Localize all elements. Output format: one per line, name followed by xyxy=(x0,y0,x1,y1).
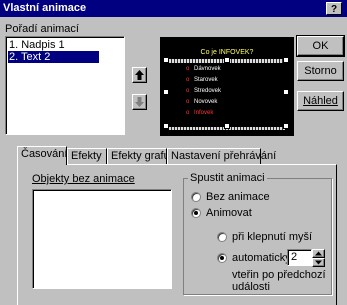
spin-down-icon xyxy=(315,260,322,265)
radio-no-animation[interactable] xyxy=(191,192,201,202)
preview-title: Co je INFOVEK? xyxy=(200,49,254,56)
radio-automatic[interactable] xyxy=(217,253,227,263)
window-title: Vlastní animace xyxy=(3,2,87,14)
move-up-button[interactable] xyxy=(132,67,147,83)
tab-chart-effects[interactable]: Efekty grafu xyxy=(107,148,170,164)
preview-line: Dávnovek xyxy=(194,66,221,72)
preview-bullet: o xyxy=(186,99,190,105)
selection-handle xyxy=(224,123,230,129)
radio-selected-dot xyxy=(194,211,198,215)
radio-selected-dot xyxy=(220,256,224,260)
preview-bullet: o xyxy=(186,88,190,94)
selection-handle xyxy=(283,89,289,95)
order-label: Pořadí animací xyxy=(5,23,79,35)
selection-handle xyxy=(283,123,289,129)
help-button[interactable]: ? xyxy=(326,2,342,15)
spin-up-button[interactable] xyxy=(312,249,325,258)
preview-line: Novovek xyxy=(194,99,218,105)
automatic-label: automaticky xyxy=(232,252,291,264)
selection-handle xyxy=(163,57,169,63)
preview-line-highlight: Infovek xyxy=(194,110,214,116)
preview-line: Stredovek xyxy=(194,88,222,94)
list-item-selected[interactable]: 2. Text 2 xyxy=(8,51,99,63)
preview-bullet: o xyxy=(186,66,190,72)
radio-animate[interactable] xyxy=(191,208,201,218)
seconds-after-label: vteřin po předchozí xyxy=(232,269,326,281)
unanimated-objects-list[interactable] xyxy=(32,189,172,289)
preview-line: Starovek xyxy=(194,77,218,83)
selection-handle xyxy=(163,89,169,95)
slide-preview: Co je INFOVEK? o o o o o Dávnovek Starov… xyxy=(160,37,294,136)
spin-up-icon xyxy=(315,251,322,256)
selection-handle xyxy=(163,123,169,129)
seconds-after-label-2: události xyxy=(232,281,270,293)
tab-playback-settings[interactable]: Nastavení přehrávání xyxy=(167,148,276,164)
animation-order-list[interactable]: 1. Nadpis 1 2. Text 2 xyxy=(5,36,125,135)
objects-label: Objekty bez animace xyxy=(32,173,135,185)
arrow-down-icon xyxy=(135,97,144,107)
cancel-button[interactable]: Storno xyxy=(297,61,344,81)
spin-down-button[interactable] xyxy=(312,258,325,267)
seconds-input[interactable]: 2 xyxy=(287,249,312,266)
no-animation-label: Bez animace xyxy=(206,191,270,203)
tab-effects[interactable]: Efekty xyxy=(67,148,107,164)
tab-timing[interactable]: Časování xyxy=(17,146,67,165)
move-down-button[interactable] xyxy=(132,94,147,110)
list-item[interactable]: 1. Nadpis 1 xyxy=(8,39,99,51)
preview-bullet: o xyxy=(186,77,190,83)
selection-handle xyxy=(283,57,289,63)
start-group-label: Spustit animaci xyxy=(188,172,267,184)
animate-label: Animovat xyxy=(206,207,252,219)
preview-bullet: o xyxy=(186,110,190,116)
selection-handle xyxy=(224,57,230,63)
arrow-up-icon xyxy=(135,70,144,80)
radio-on-click[interactable] xyxy=(217,232,227,242)
on-click-label: při klepnutí myší xyxy=(232,231,313,243)
preview-button[interactable]: Náhled xyxy=(297,91,344,111)
ok-button[interactable]: OK xyxy=(296,35,345,57)
